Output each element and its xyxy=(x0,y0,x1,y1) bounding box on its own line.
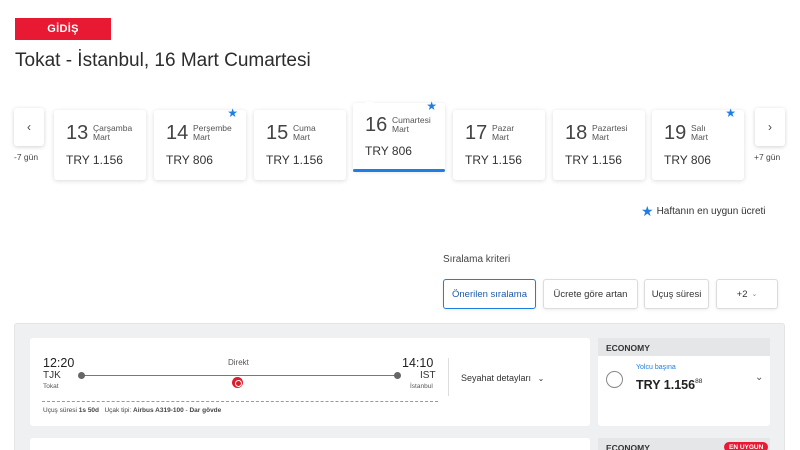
page-title: Tokat - İstanbul, 16 Mart Cumartesi xyxy=(15,50,311,71)
next-week-label[interactable]: +7 gün xyxy=(754,152,780,162)
fare-price: TRY 1.15688 xyxy=(636,378,703,392)
date-price: TRY 806 xyxy=(166,153,213,167)
date-price: TRY 1.156 xyxy=(266,153,323,167)
departure-code: TJK xyxy=(43,370,61,381)
arrival-code: IST xyxy=(420,370,436,381)
divider xyxy=(42,401,438,402)
date-day: 16 xyxy=(365,114,388,136)
chevron-down-icon[interactable]: ⌄ xyxy=(755,372,763,383)
duration-value: 1s 50d xyxy=(78,407,100,414)
aircraft-label: Uçak tipi: xyxy=(104,407,132,414)
travel-details-button[interactable]: Seyahat detayları ⌄ xyxy=(461,373,544,383)
fare-cabin: ECONOMY xyxy=(598,338,770,356)
legend-label: Haftanın en uygun ücreti xyxy=(656,206,766,217)
departure-time: 12:20 xyxy=(43,356,75,370)
departure-city: Tokat xyxy=(43,383,59,390)
body-type: Dar gövde xyxy=(189,407,222,414)
star-icon: ★ xyxy=(641,203,654,219)
sort-label: Sıralama kriteri xyxy=(443,254,511,265)
next-week-button[interactable]: › xyxy=(755,108,785,146)
chevron-left-icon: ‹ xyxy=(27,120,31,134)
date-weekday: Cumartesi Mart xyxy=(392,115,431,134)
chevron-down-icon: ⌄ xyxy=(537,374,545,383)
date-price: TRY 1.156 xyxy=(465,153,522,167)
date-card[interactable]: 17 Pazar Mart TRY 1.156 xyxy=(453,110,545,180)
date-price: TRY 806 xyxy=(365,144,412,158)
chevron-right-icon: › xyxy=(768,120,772,134)
aircraft-value: Airbus A319-100 xyxy=(133,407,184,414)
per-passenger-label: Yolcu başına xyxy=(636,364,676,371)
sort-recommended-button[interactable]: Önerilen sıralama xyxy=(443,279,536,309)
date-price: TRY 1.156 xyxy=(66,153,123,167)
sort-duration-button[interactable]: Uçuş süresi xyxy=(644,279,709,309)
date-weekday: Pazartesi Mart xyxy=(592,123,628,142)
chevron-down-icon: ⌄ xyxy=(751,291,758,298)
route-line xyxy=(80,375,397,376)
arrival-time: 14:10 xyxy=(402,356,434,370)
date-day: 14 xyxy=(166,122,189,144)
prev-week-label[interactable]: -7 gün xyxy=(14,152,38,162)
date-card-selected[interactable]: ★ 16 Cumartesi Mart TRY 806 xyxy=(353,99,445,172)
date-day: 17 xyxy=(465,122,488,144)
divider xyxy=(448,358,449,396)
stops-label: Direkt xyxy=(228,358,249,367)
sort-price-button[interactable]: Ücrete göre artan xyxy=(543,279,638,309)
date-weekday: Perşembe Mart xyxy=(193,123,232,142)
star-icon: ★ xyxy=(426,99,437,113)
arrival-city: İstanbul xyxy=(410,383,433,390)
date-card[interactable]: 13 Çarşamba Mart TRY 1.156 xyxy=(54,110,146,180)
date-weekday: Cuma Mart xyxy=(293,123,316,142)
date-card[interactable]: ★ 14 Perşembe Mart TRY 806 xyxy=(154,106,246,180)
sort-more-button[interactable]: +2 ⌄ xyxy=(716,279,778,309)
destination-dot xyxy=(394,372,401,379)
date-weekday: Salı Mart xyxy=(691,123,708,142)
duration-label: Uçuş süresi xyxy=(43,407,77,414)
date-day: 13 xyxy=(66,122,89,144)
date-price: TRY 1.156 xyxy=(565,153,622,167)
sort-more-label: +2 xyxy=(736,288,748,300)
cheapest-badge: EN UYGUN xyxy=(724,442,769,450)
direction-badge: GİDİŞ xyxy=(15,18,111,40)
flight-card xyxy=(30,438,590,450)
fare-radio[interactable] xyxy=(606,371,623,388)
date-weekday: Çarşamba Mart xyxy=(93,123,133,142)
star-icon: ★ xyxy=(725,106,736,120)
date-card[interactable]: 18 Pazartesi Mart TRY 1.156 xyxy=(553,110,645,180)
date-day: 15 xyxy=(266,122,289,144)
best-price-legend: ★ Haftanın en uygun ücreti xyxy=(641,203,766,220)
flight-info: Uçuş süresi 1s 50d Uçak tipi: Airbus A31… xyxy=(43,407,222,414)
origin-dot xyxy=(78,372,85,379)
date-price: TRY 806 xyxy=(664,153,711,167)
star-icon: ★ xyxy=(227,106,238,120)
date-day: 19 xyxy=(664,122,687,144)
travel-details-label: Seyahat detayları xyxy=(461,373,532,383)
prev-week-button[interactable]: ‹ xyxy=(14,108,44,146)
date-day: 18 xyxy=(565,122,588,144)
date-card[interactable]: 15 Cuma Mart TRY 1.156 xyxy=(254,110,346,180)
airline-logo-icon xyxy=(232,377,243,388)
date-weekday: Pazar Mart xyxy=(492,123,515,142)
date-card[interactable]: ★ 19 Salı Mart TRY 806 xyxy=(652,106,744,180)
